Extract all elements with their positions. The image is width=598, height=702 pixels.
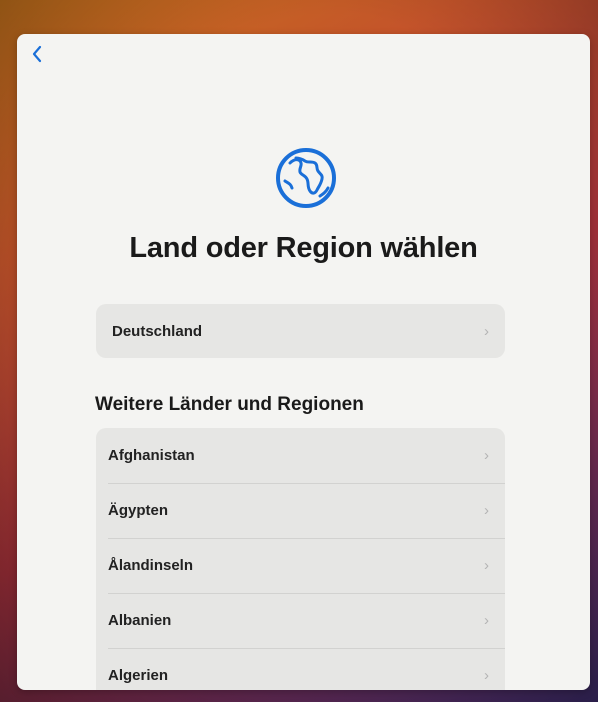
list-item-label: Algerien	[108, 667, 169, 684]
chevron-right-icon: ›	[484, 612, 489, 629]
list-item-label: Ålandinseln	[108, 557, 194, 574]
page-title: Land oder Region wählen	[129, 232, 478, 264]
section-header: Weitere Länder und Regionen	[95, 394, 364, 415]
region-list: Afghanistan › Ägypten › Ålandinseln › Al…	[96, 428, 505, 690]
list-item-algerien[interactable]: Algerien ›	[96, 648, 505, 690]
globe-icon	[276, 148, 336, 208]
list-item-alandinseln[interactable]: Ålandinseln ›	[96, 538, 505, 593]
current-region-label: Deutschland	[112, 322, 203, 340]
list-item-label: Albanien	[108, 612, 172, 629]
chevron-right-icon: ›	[484, 447, 489, 464]
chevron-right-icon: ›	[484, 557, 489, 574]
list-item-label: Afghanistan	[108, 447, 195, 464]
list-item-aegypten[interactable]: Ägypten ›	[96, 483, 505, 538]
list-item-albanien[interactable]: Albanien ›	[96, 593, 505, 648]
list-item-label: Ägypten	[108, 502, 168, 519]
chevron-left-icon	[32, 45, 42, 63]
setup-panel: Land oder Region wählen Deutschland › We…	[17, 34, 590, 690]
current-region-row[interactable]: Deutschland ›	[96, 304, 505, 358]
chevron-right-icon: ›	[484, 322, 489, 340]
chevron-right-icon: ›	[484, 667, 489, 684]
chevron-right-icon: ›	[484, 502, 489, 519]
back-button[interactable]	[25, 42, 49, 66]
list-item-afghanistan[interactable]: Afghanistan ›	[96, 428, 505, 483]
